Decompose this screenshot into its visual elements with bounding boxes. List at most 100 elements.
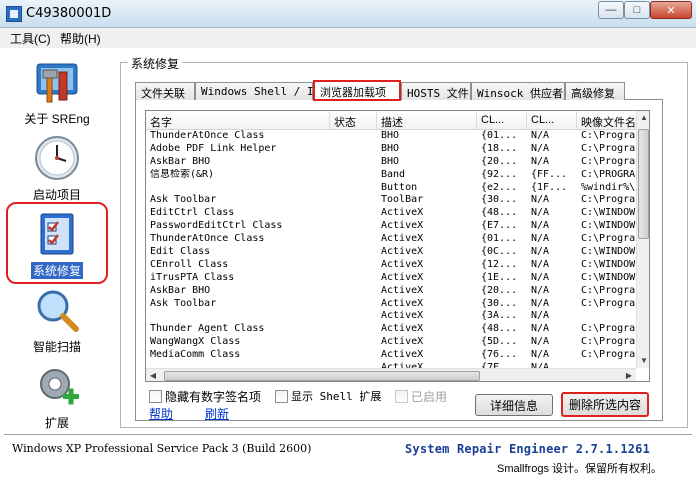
table-row[interactable]: ActiveX {3A... N/A <box>146 310 636 323</box>
list-body: ThunderAtOnce Class BHO {01... N/A C:\Progra… <box>146 130 636 368</box>
table-row[interactable]: WangWangX Class ActiveX {5D... N/A C:\Progra <box>146 336 636 349</box>
status-bar: Windows XP Professional Service Pack 3 (… <box>0 432 696 487</box>
vertical-scroll-thumb[interactable] <box>638 129 649 239</box>
clock-icon <box>33 134 81 182</box>
sidebar-item-smart-scan[interactable]: 智能扫描 <box>6 286 108 355</box>
table-cell: {3A... <box>481 310 518 322</box>
table-row[interactable]: MediaComm Class ActiveX {76... N/A C:\Progra <box>146 349 636 362</box>
tab-winsock-provider[interactable]: Winsock 供应者 <box>471 82 565 100</box>
delete-selected-button[interactable]: 删除所选内容 <box>561 392 649 417</box>
table-cell: C:\Progra <box>581 323 636 335</box>
table-cell: BHO <box>381 130 400 141</box>
table-cell: C:\Progra <box>581 297 636 309</box>
title-bar[interactable]: C49380001D — □ ✕ <box>0 0 696 28</box>
menu-tools[interactable]: 工具(C) <box>10 30 51 47</box>
maximize-button[interactable]: □ <box>624 1 650 19</box>
table-cell: N/A <box>531 233 550 245</box>
tab-advanced-repair[interactable]: 高级修复 <box>565 82 625 100</box>
sidebar-item-label: 智能扫描 <box>32 340 81 354</box>
table-row[interactable]: 信息检索(&R) Band {92... {FF... C:\PROGRA <box>146 169 636 182</box>
table-cell: {1F... <box>531 181 568 193</box>
table-row[interactable]: AskBar BHO ActiveX {20... N/A C:\Progra <box>146 285 636 298</box>
table-row[interactable]: Ask Toolbar ToolBar {30... N/A C:\Progra <box>146 194 636 207</box>
table-cell: C:\WINDOW <box>581 246 636 258</box>
table-row[interactable]: ThunderAtOnce Class ActiveX {01... N/A C:\Pr… <box>146 233 636 246</box>
column-status[interactable]: 状态 <box>330 111 377 130</box>
table-cell: {FF... <box>531 168 568 180</box>
table-cell: WangWangX Class <box>150 336 241 348</box>
checklist-icon <box>33 210 81 258</box>
help-link[interactable]: 帮助 <box>149 405 173 422</box>
table-cell: {20... <box>481 284 518 296</box>
table-row[interactable]: iTrusPTA Class ActiveX {1E... N/A C:\WINDOW <box>146 272 636 285</box>
table-row[interactable]: ThunderAtOnce Class BHO {01... N/A C:\Progra <box>146 130 636 143</box>
table-row[interactable]: Edit Class ActiveX {0C... N/A C:\WINDOW <box>146 246 636 259</box>
table-cell: Edit Class <box>150 246 211 258</box>
table-cell: MediaComm Class <box>150 349 241 361</box>
column-clsid[interactable]: CL... <box>477 111 527 130</box>
table-cell: C:\Progra <box>581 130 636 141</box>
show-shell-ext-checkbox[interactable] <box>275 389 288 403</box>
table-cell: C:\Progra <box>581 142 636 154</box>
table-row[interactable]: EditCtrl Class ActiveX {48... N/A C:\WINDOW <box>146 207 636 220</box>
sidebar-item-system-repair[interactable]: 系统修复 <box>6 202 108 284</box>
sidebar-item-label: 启动项目 <box>32 188 81 202</box>
table-cell: {48... <box>481 323 518 335</box>
window-title: C49380001D <box>26 6 112 21</box>
minimize-button[interactable]: — <box>598 1 624 19</box>
details-button[interactable]: 详细信息 <box>475 394 553 416</box>
column-name[interactable]: 名字 <box>146 111 330 130</box>
sidebar-item-extensions[interactable]: 扩展 <box>6 362 108 431</box>
hide-signed-option[interactable]: 隐藏有数字签名项 <box>149 388 261 405</box>
addons-list[interactable]: 名字 状态 描述 CL... CL... 映像文件名 ThunderAtOnce… <box>145 110 650 382</box>
scroll-left-icon[interactable]: ◀ <box>146 369 160 381</box>
show-shell-ext-option[interactable]: 显示 Shell 扩展 <box>275 388 381 404</box>
table-cell: N/A <box>531 310 550 322</box>
sidebar: 关于 SREng 启动项目 系统修复 智能扫描 扩展 <box>6 50 114 430</box>
table-cell: {01... <box>481 130 518 141</box>
menu-help[interactable]: 帮助(H) <box>60 30 101 47</box>
column-image-file[interactable]: 映像文件名 <box>577 111 637 130</box>
column-clsid-2[interactable]: CL... <box>527 111 577 130</box>
table-cell: ActiveX <box>381 310 424 322</box>
table-cell: %windir%\ <box>581 181 636 193</box>
close-button[interactable]: ✕ <box>650 1 692 19</box>
table-cell: ActiveX <box>381 284 424 296</box>
table-cell: ActiveX <box>381 323 424 335</box>
table-cell: ActiveX <box>381 297 424 309</box>
sidebar-item-about[interactable]: 关于 SREng <box>6 58 108 127</box>
table-cell: {76... <box>481 349 518 361</box>
scroll-up-icon[interactable]: ▲ <box>637 111 649 125</box>
status-divider <box>4 434 692 435</box>
table-cell: N/A <box>531 155 550 167</box>
tab-hosts-file[interactable]: HOSTS 文件 <box>401 82 471 100</box>
list-header: 名字 状态 描述 CL... CL... 映像文件名 <box>146 111 637 130</box>
tab-browser-addons[interactable]: 浏览器加载项 <box>313 80 401 101</box>
table-row[interactable]: AskBar BHO BHO {20... N/A C:\Progra <box>146 156 636 169</box>
table-row[interactable]: Button {e2... {1F... %windir%\ <box>146 182 636 195</box>
table-cell: EditCtrl Class <box>150 207 235 219</box>
hide-signed-checkbox[interactable] <box>149 390 162 403</box>
table-cell: Ask Toolbar <box>150 194 217 206</box>
table-cell: N/A <box>531 271 550 283</box>
horizontal-scroll-thumb[interactable] <box>164 371 480 381</box>
table-cell: {12... <box>481 258 518 270</box>
refresh-link[interactable]: 刷新 <box>205 405 229 422</box>
table-row[interactable]: Ask Toolbar ActiveX {30... N/A C:\Progra <box>146 298 636 311</box>
column-description[interactable]: 描述 <box>377 111 477 130</box>
table-cell: N/A <box>531 246 550 258</box>
scroll-down-icon[interactable]: ▼ <box>637 354 649 368</box>
table-row[interactable]: CEnroll Class ActiveX {12... N/A C:\WINDOW <box>146 259 636 272</box>
tab-file-association[interactable]: 文件关联 <box>135 82 195 100</box>
show-shell-ext-label: 显示 Shell 扩展 <box>291 390 382 403</box>
scroll-right-icon[interactable]: ▶ <box>622 369 636 381</box>
copyright: Smallfrogs 设计。保留所有权利。 <box>497 463 663 475</box>
vertical-scrollbar[interactable]: ▲ ▼ <box>636 111 649 368</box>
table-row[interactable]: Thunder Agent Class ActiveX {48... N/A C:\Pr… <box>146 323 636 336</box>
tab-windows-shell-ie[interactable]: Windows Shell / IE <box>195 82 320 100</box>
sidebar-item-startup[interactable]: 启动项目 <box>6 134 108 203</box>
horizontal-scrollbar[interactable]: ◀ ▶ <box>146 368 636 381</box>
table-row[interactable]: PasswordEditCtrl Class ActiveX {E7... N/A C:… <box>146 220 636 233</box>
table-cell: AskBar BHO <box>150 284 211 296</box>
table-row[interactable]: Adobe PDF Link Helper BHO {18... N/A C:\Prog… <box>146 143 636 156</box>
